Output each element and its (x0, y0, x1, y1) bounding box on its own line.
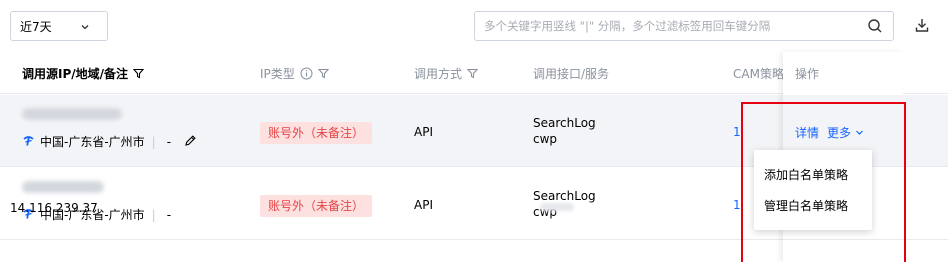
call-method: API (414, 125, 433, 139)
ip-type-tag: 账号外（未备注） (260, 122, 373, 144)
search-icon[interactable] (867, 18, 883, 37)
more-button[interactable]: 更多 (827, 124, 864, 141)
note-text: - (166, 207, 172, 222)
menu-item-add-whitelist[interactable]: 添加白名单策略 (754, 160, 872, 191)
search-input[interactable] (484, 12, 854, 40)
filter-icon[interactable] (467, 68, 479, 79)
redacted-ip (22, 181, 104, 193)
search-box (474, 11, 894, 41)
edit-icon[interactable] (184, 134, 197, 150)
redacted-ip (22, 108, 122, 120)
note-text: - (166, 134, 172, 149)
more-label: 更多 (827, 126, 852, 140)
more-dropdown-menu: 添加白名单策略 管理白名单策略 (754, 150, 872, 230)
divider: | (151, 134, 156, 149)
ip-address: 14.116.239.37 (10, 201, 98, 215)
location-cell: 中国-广东省-广州市 | - (22, 133, 197, 150)
chevron-down-icon (855, 126, 864, 140)
row-actions: 详情 更多 (795, 124, 864, 141)
detail-link[interactable]: 详情 (795, 124, 819, 141)
info-icon[interactable] (300, 67, 313, 80)
column-header-ip-type: IP类型 (260, 65, 329, 82)
redacted-text (540, 203, 574, 211)
divider: | (151, 207, 156, 222)
filter-icon[interactable] (317, 68, 329, 79)
menu-item-manage-whitelist[interactable]: 管理白名单策略 (754, 191, 872, 222)
call-method: API (414, 198, 433, 212)
column-header-call-method: 调用方式 (414, 65, 479, 82)
telecom-icon (22, 134, 35, 150)
column-header-ops: 操作 (795, 67, 820, 81)
ip-type-tag: 账号外（未备注） (260, 195, 373, 217)
cam-policy-link[interactable]: 1 (733, 125, 741, 139)
time-range-select[interactable]: 近7天 (10, 11, 108, 41)
column-header-cam: CAM策略 (733, 67, 784, 81)
chevron-down-icon (80, 21, 90, 35)
time-range-label: 近7天 (20, 19, 52, 34)
interface-cell: SearchLog cwp (533, 116, 596, 146)
cam-policy-link[interactable]: 1 (733, 198, 741, 212)
column-header-interface: 调用接口/服务 (533, 67, 610, 81)
column-header-source: 调用源IP/地域/备注 (22, 65, 145, 82)
toolbar: 近7天 (0, 0, 948, 46)
download-icon[interactable] (914, 17, 930, 36)
filter-icon[interactable] (133, 68, 145, 79)
